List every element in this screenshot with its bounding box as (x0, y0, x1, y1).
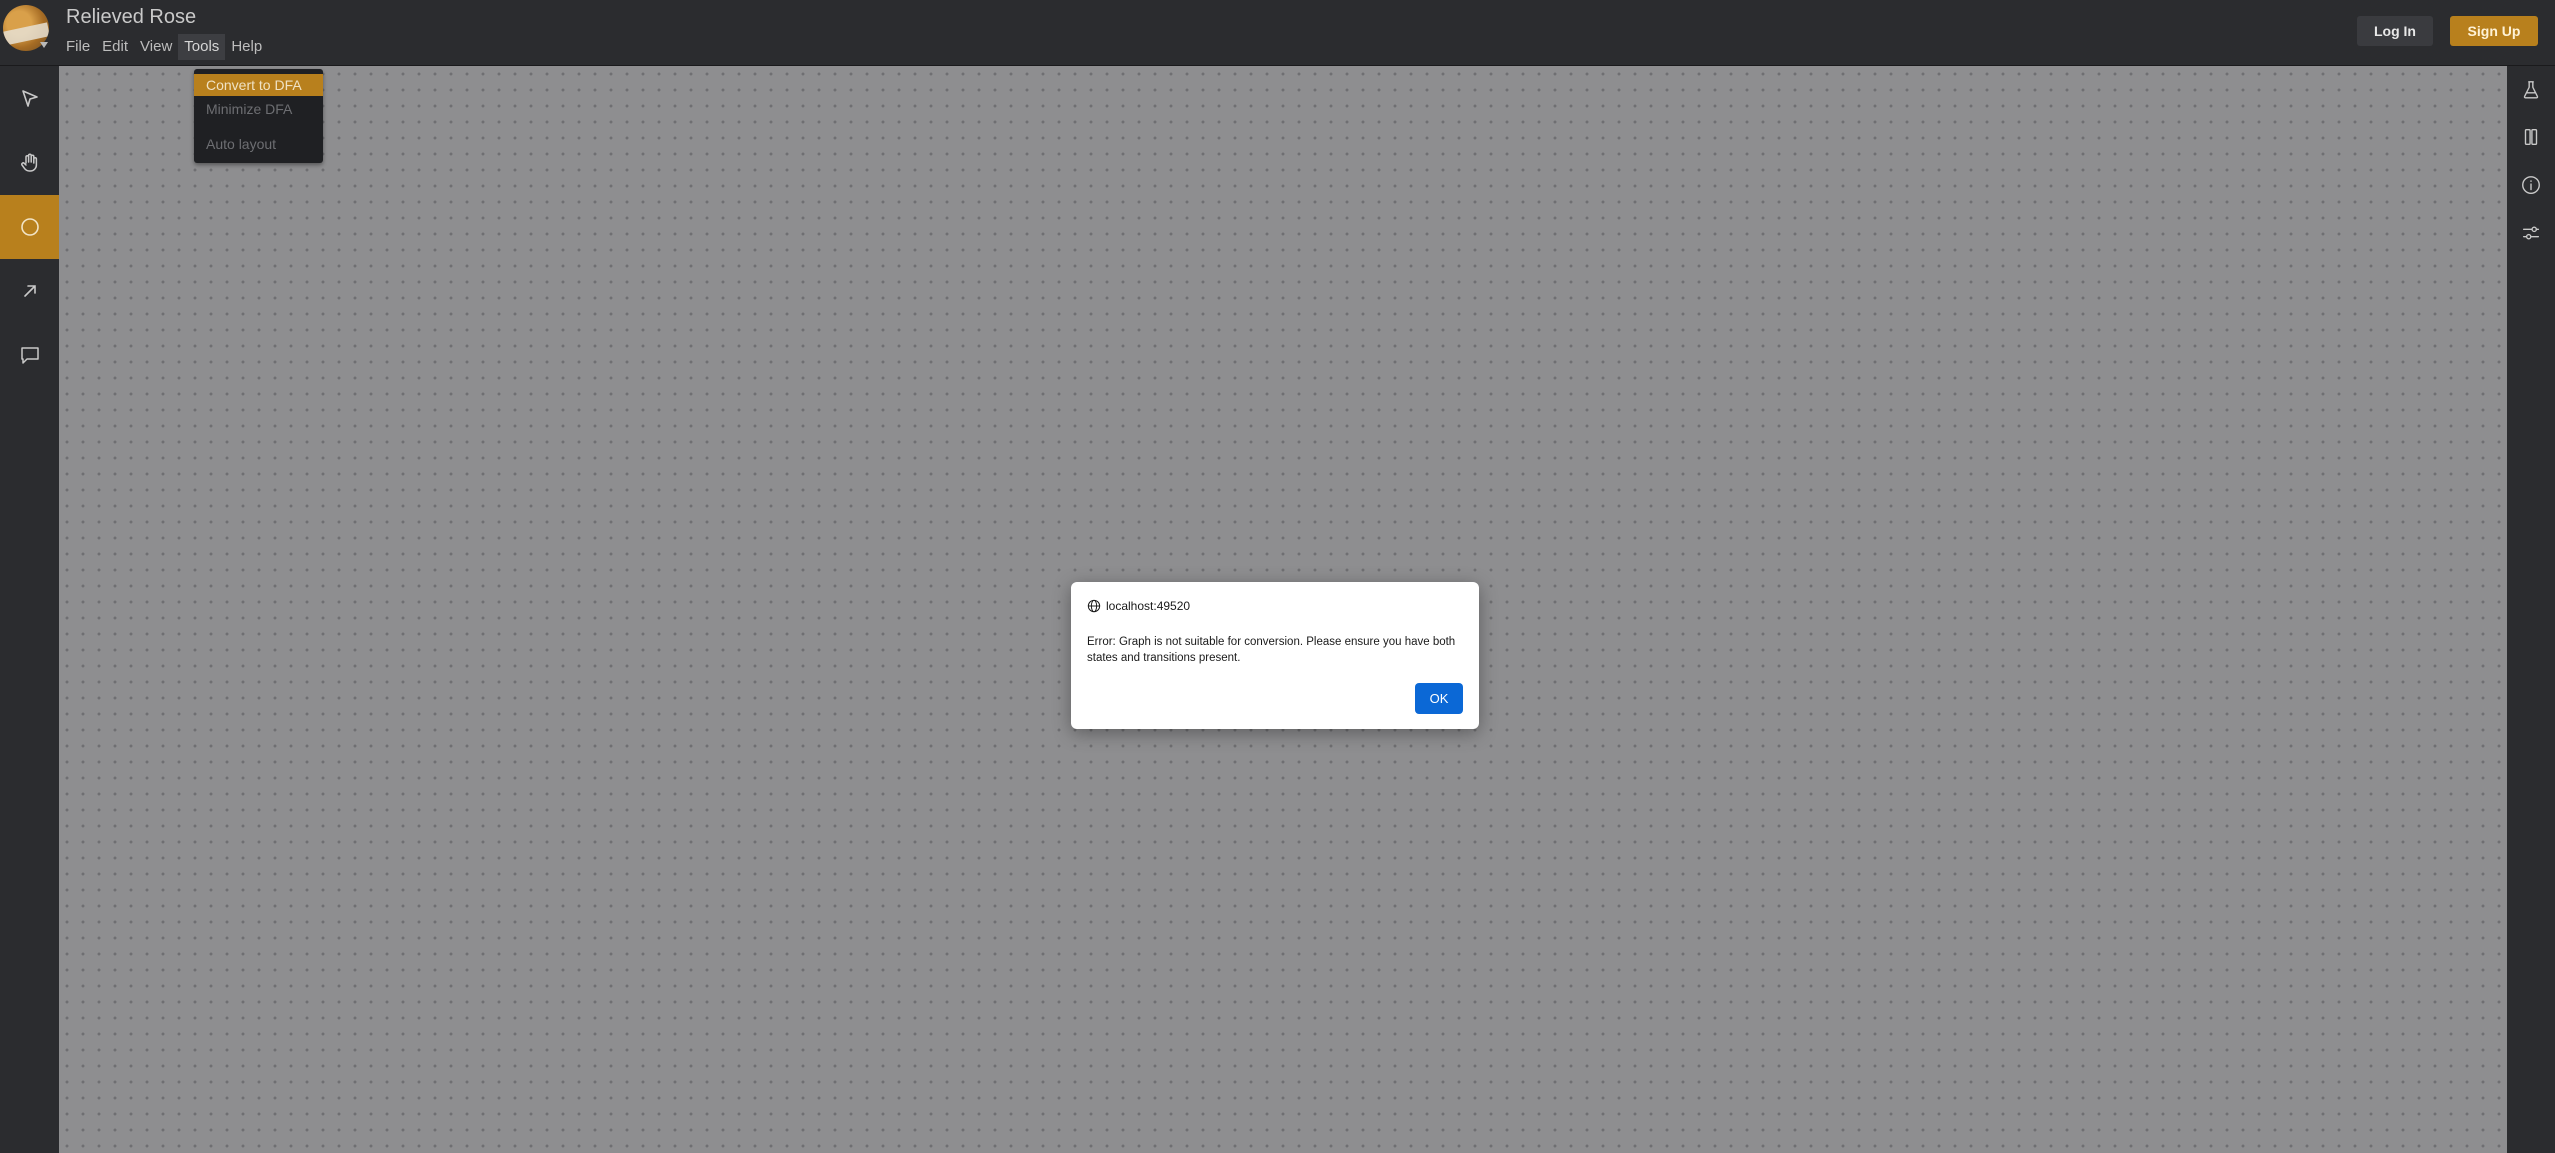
comment-icon (20, 347, 39, 364)
pan-hand-icon (20, 153, 37, 172)
test-panel-button[interactable] (2507, 70, 2555, 110)
menu-bar: File Edit View Tools Help (60, 34, 268, 60)
select-tool-button[interactable] (0, 67, 59, 131)
select-pointer-icon (21, 90, 38, 107)
transition-arrow-icon (23, 285, 36, 297)
columns-panel-button[interactable] (2507, 117, 2555, 157)
comment-tool-button[interactable] (0, 323, 59, 387)
settings-panel-button[interactable] (2507, 213, 2555, 253)
test-flask-icon (2523, 81, 2539, 99)
dialog-message: Error: Graph is not suitable for convers… (1087, 636, 1456, 664)
left-toolbar (0, 66, 59, 1153)
menu-edit[interactable]: Edit (96, 34, 134, 60)
pan-tool-button[interactable] (0, 131, 59, 195)
menu-view[interactable]: View (134, 34, 178, 60)
document-title[interactable]: Relieved Rose (66, 6, 196, 29)
globe-icon (1087, 599, 1101, 613)
transition-tool-button[interactable] (0, 259, 59, 323)
menu-tools[interactable]: Tools (178, 34, 226, 60)
top-bar: Relieved Rose File Edit View Tools Help … (0, 0, 2555, 66)
settings-sliders-icon (2522, 226, 2540, 240)
chevron-down-icon[interactable] (40, 42, 48, 48)
menu-help[interactable]: Help (225, 34, 268, 60)
sign-up-button[interactable]: Sign Up (2450, 16, 2538, 46)
info-panel-button[interactable] (2507, 165, 2555, 205)
menu-item-convert-to-dfa[interactable]: Convert to DFA (194, 74, 323, 96)
columns-icon (2524, 128, 2538, 146)
state-tool-button[interactable] (0, 195, 59, 259)
log-in-button[interactable]: Log In (2357, 16, 2433, 46)
ok-button[interactable]: OK (1415, 683, 1463, 714)
menu-file[interactable]: File (60, 34, 96, 60)
info-icon (2522, 176, 2540, 194)
state-circle-icon (20, 218, 39, 236)
tools-dropdown-menu: Convert to DFA Minimize DFA Auto layout (194, 69, 323, 163)
dialog-origin-text: localhost:49520 (1106, 599, 1191, 613)
right-toolbar (2507, 66, 2555, 1153)
alert-dialog: localhost:49520 Error: Graph is not suit… (1071, 582, 1479, 729)
dialog-origin: localhost:49520 (1087, 599, 1190, 613)
menu-item-minimize-dfa[interactable]: Minimize DFA (194, 98, 323, 120)
menu-item-auto-layout[interactable]: Auto layout (194, 133, 323, 155)
